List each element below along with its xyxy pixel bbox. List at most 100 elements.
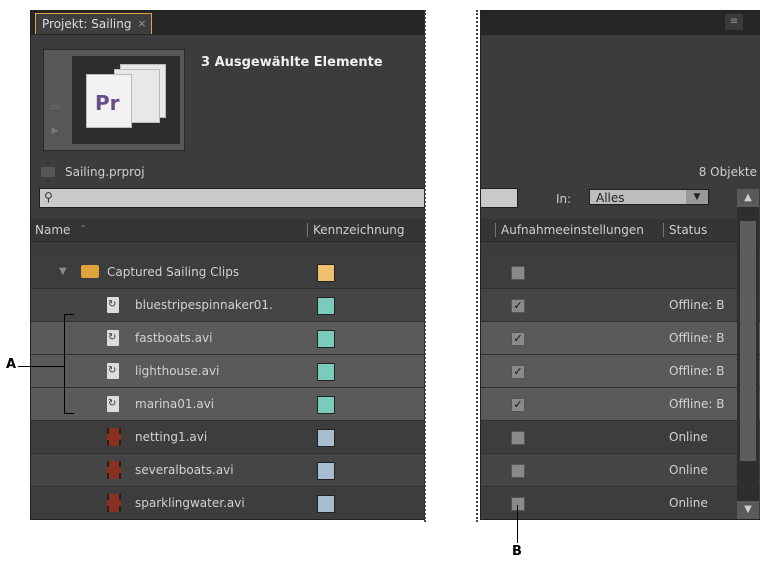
capture-checkbox[interactable] xyxy=(511,464,525,478)
in-filter-value: Alles xyxy=(596,191,625,205)
offline-file-icon xyxy=(107,330,119,346)
column-divider[interactable] xyxy=(307,223,308,237)
list-item[interactable]: ✓ Offline: B xyxy=(481,289,760,322)
column-capture[interactable]: Aufnahmeeinstellungen xyxy=(501,219,644,241)
preview-area: ▭ ▶ Pr xyxy=(43,49,185,151)
callout-a-label: A xyxy=(6,357,17,372)
play-icon[interactable]: ▶ xyxy=(48,126,62,136)
offline-file-icon xyxy=(107,363,119,379)
list-item[interactable]: severalboats.avi xyxy=(31,454,424,487)
list-item[interactable]: Online xyxy=(481,454,760,487)
capture-checkbox[interactable] xyxy=(511,266,525,280)
item-name: severalboats.avi xyxy=(135,463,234,477)
label-swatch[interactable] xyxy=(317,495,335,513)
set-poster-frame-icon[interactable]: ▭ xyxy=(48,102,62,112)
panel-menu-icon[interactable]: ≡ xyxy=(725,14,743,30)
tab-bar: Projekt: Sailing × xyxy=(31,11,424,35)
project-filename: Sailing.prproj xyxy=(65,165,145,179)
cut-separator xyxy=(476,10,478,522)
column-divider[interactable] xyxy=(495,223,496,237)
capture-checkbox[interactable]: ✓ xyxy=(511,398,525,412)
film-clip-icon xyxy=(107,428,121,446)
item-name: netting1.avi xyxy=(135,430,208,444)
column-divider[interactable] xyxy=(663,223,664,237)
expand-triangle-icon[interactable]: ▼ xyxy=(59,266,67,277)
selection-title: 3 Ausgewählte Elemente xyxy=(201,55,383,70)
search-input-end[interactable] xyxy=(481,188,518,208)
column-header-row: Name ⌃ Kennzeichnung xyxy=(31,219,424,242)
label-swatch[interactable] xyxy=(317,396,335,414)
tab-bar-right: ≡ xyxy=(481,11,760,35)
close-icon[interactable]: × xyxy=(137,14,146,34)
in-filter-select[interactable]: Alles ▼ xyxy=(589,189,709,205)
folder-icon xyxy=(81,265,99,278)
status-text: Offline: B xyxy=(669,364,725,378)
premiere-stack-icon: Pr xyxy=(72,56,180,144)
item-name: fastboats.avi xyxy=(135,331,213,345)
status-text: Online xyxy=(669,463,708,477)
capture-checkbox[interactable]: ✓ xyxy=(511,365,525,379)
scroll-down-icon[interactable]: ▼ xyxy=(737,501,759,519)
list-item[interactable]: ✓ Offline: B xyxy=(481,322,760,355)
list-item[interactable]: ✓ Offline: B xyxy=(481,355,760,388)
label-swatch[interactable] xyxy=(317,297,335,315)
item-name: marina01.avi xyxy=(135,397,215,411)
callout-a-bracket xyxy=(64,314,65,414)
item-name: lighthouse.avi xyxy=(135,364,220,378)
project-panel-left: Projekt: Sailing × ▭ ▶ Pr 3 Ausgewählte … xyxy=(30,10,425,520)
list-item[interactable]: Online xyxy=(481,421,760,454)
list-item[interactable]: ▼ Captured Sailing Clips xyxy=(31,256,424,289)
project-panel-right: ≡ 8 Objekte In: Alles ▼ Aufnahmeeinstell… xyxy=(480,10,760,520)
label-swatch[interactable] xyxy=(317,363,335,381)
film-clip-icon xyxy=(107,461,121,479)
column-status[interactable]: Status xyxy=(669,219,707,241)
list-item[interactable]: fastboats.avi xyxy=(31,322,424,355)
item-name: sparklingwater.avi xyxy=(135,496,245,510)
item-list: ▼ Captured Sailing Clips bluestripespinn… xyxy=(31,256,424,519)
status-text: Online xyxy=(669,496,708,510)
list-item[interactable]: bluestripespinnaker01. xyxy=(31,289,424,322)
search-input[interactable]: ⚲ xyxy=(39,188,424,208)
label-swatch[interactable] xyxy=(317,462,335,480)
list-item[interactable]: Online xyxy=(481,487,760,519)
capture-checkbox[interactable] xyxy=(511,431,525,445)
column-name[interactable]: Name xyxy=(35,219,70,241)
list-item[interactable]: marina01.avi xyxy=(31,388,424,421)
offline-file-icon xyxy=(107,297,119,313)
callout-a-line xyxy=(18,366,64,367)
offline-file-icon xyxy=(107,396,119,412)
label-swatch[interactable] xyxy=(317,429,335,447)
status-text: Offline: B xyxy=(669,397,725,411)
chevron-down-icon[interactable]: ▼ xyxy=(686,190,708,204)
tab-project[interactable]: Projekt: Sailing × xyxy=(35,13,153,34)
capture-checkbox[interactable]: ✓ xyxy=(511,332,525,346)
cut-separator xyxy=(424,10,426,522)
in-label: In: xyxy=(556,192,572,206)
status-text: Online xyxy=(669,430,708,444)
list-item[interactable]: lighthouse.avi xyxy=(31,355,424,388)
list-item[interactable]: ✓ Offline: B xyxy=(481,388,760,421)
callout-b-label: B xyxy=(512,544,522,559)
callout-b-line xyxy=(517,505,518,543)
film-clip-icon xyxy=(107,494,121,512)
sort-icon[interactable]: ⌃ xyxy=(79,219,87,241)
capture-checkbox[interactable] xyxy=(511,497,525,511)
list-item[interactable]: sparklingwater.avi xyxy=(31,487,424,519)
capture-checkbox[interactable]: ✓ xyxy=(511,299,525,313)
column-header-row-right: Aufnahmeeinstellungen Status xyxy=(481,219,760,242)
tab-label: Projekt: Sailing xyxy=(42,17,132,31)
callout-a-bracket-top xyxy=(64,314,74,315)
column-label[interactable]: Kennzeichnung xyxy=(313,219,405,241)
callout-a-bracket-bottom xyxy=(64,413,74,414)
status-text: Offline: B xyxy=(669,298,725,312)
label-swatch[interactable] xyxy=(317,264,335,282)
scrollbar[interactable]: ▲ ▼ xyxy=(737,189,759,519)
search-icon: ⚲ xyxy=(44,190,53,204)
scroll-thumb[interactable] xyxy=(740,221,756,461)
folder-icon xyxy=(41,167,55,177)
status-text: Offline: B xyxy=(669,331,725,345)
label-swatch[interactable] xyxy=(317,330,335,348)
list-item[interactable] xyxy=(481,256,760,289)
scroll-up-icon[interactable]: ▲ xyxy=(737,189,759,207)
list-item[interactable]: netting1.avi xyxy=(31,421,424,454)
